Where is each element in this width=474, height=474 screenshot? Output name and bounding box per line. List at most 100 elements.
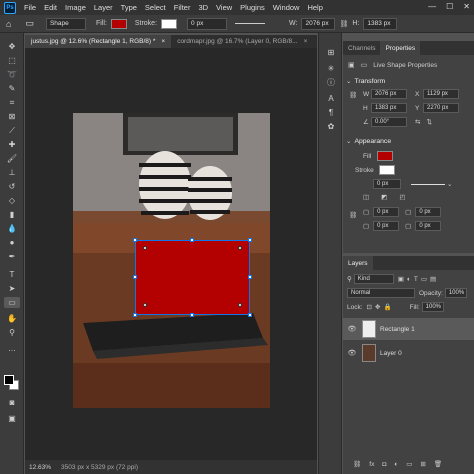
stroke-caps-icon[interactable]: ◩ — [381, 193, 387, 201]
path-select-tool-icon[interactable]: ➤ — [4, 283, 20, 294]
type-tool-icon[interactable]: T — [4, 269, 20, 280]
brush-tool-icon[interactable]: 🖌 — [4, 153, 20, 164]
glyphs-panel-icon[interactable]: ✿ — [325, 121, 337, 133]
eyedropper-tool-icon[interactable]: ⟋ — [4, 125, 20, 136]
rectangle-shape[interactable] — [135, 240, 250, 315]
collapse-icon[interactable]: ⌄ — [346, 77, 351, 85]
link-dimensions-icon[interactable]: ⛓ — [349, 91, 357, 99]
link-icon[interactable]: ⛓ — [339, 20, 348, 28]
collapse-icon[interactable]: ⌄ — [346, 137, 351, 145]
visibility-eye-icon[interactable]: 👁 — [347, 349, 357, 357]
lock-position-icon[interactable]: ✥ — [375, 303, 380, 311]
document-info[interactable]: 3503 px x 5329 px (72 ppi) — [61, 464, 138, 471]
lock-all-icon[interactable]: 🔒 — [383, 303, 391, 311]
appearance-stroke-swatch[interactable] — [379, 165, 395, 175]
menu-3d[interactable]: 3D — [194, 3, 212, 12]
home-icon[interactable]: ⌂ — [6, 19, 11, 29]
chevron-down-icon[interactable]: ⌄ — [447, 180, 452, 188]
paragraph-panel-icon[interactable]: ¶ — [325, 107, 337, 119]
clone-stamp-icon[interactable]: ⊥ — [4, 167, 20, 178]
w-input[interactable]: 2076 px — [371, 89, 407, 99]
layer-style-icon[interactable]: fx — [369, 461, 374, 468]
blur-tool-icon[interactable]: 💧 — [4, 223, 20, 234]
menu-help[interactable]: Help — [303, 3, 326, 12]
menu-filter[interactable]: Filter — [170, 3, 195, 12]
character-panel-icon[interactable]: A — [325, 93, 337, 105]
corner-radius-handle-bl[interactable] — [143, 303, 147, 307]
tab-cordmapr[interactable]: cordmapr.jpg @ 16.7% (Layer 0, RGB/8... … — [171, 35, 313, 48]
add-mask-icon[interactable]: ◘ — [382, 461, 386, 468]
frame-tool-icon[interactable]: ⊠ — [4, 111, 20, 122]
transform-handle-br[interactable] — [248, 313, 252, 317]
rectangle-tool-icon[interactable]: ▭ — [4, 297, 20, 308]
tab-properties[interactable]: Properties — [380, 41, 421, 55]
type-filter-icon[interactable]: T — [414, 276, 418, 283]
fill-color-swatch[interactable] — [110, 18, 127, 29]
transform-handle-ml[interactable] — [133, 275, 137, 279]
gradient-tool-icon[interactable]: ▮ — [4, 209, 20, 220]
menu-layer[interactable]: Layer — [90, 3, 117, 12]
new-group-icon[interactable]: ▭ — [406, 460, 412, 468]
adjustment-filter-icon[interactable]: ◐ — [407, 276, 411, 283]
menu-plugins[interactable]: Plugins — [236, 3, 269, 12]
menu-select[interactable]: Select — [141, 3, 170, 12]
h-input[interactable]: 1383 px — [371, 103, 407, 113]
height-input[interactable]: 1383 px — [363, 17, 398, 30]
x-input[interactable]: 1129 px — [423, 89, 459, 99]
layer-name[interactable]: Rectangle 1 — [380, 326, 415, 333]
menu-type[interactable]: Type — [117, 3, 141, 12]
corner-radius-handle-br[interactable] — [238, 303, 242, 307]
angle-input[interactable]: 0.00° — [371, 117, 407, 127]
stroke-width-input[interactable]: 0 px — [187, 17, 228, 30]
stroke-style-dropdown[interactable] — [411, 183, 445, 185]
tab-layers[interactable]: Layers — [343, 256, 373, 270]
transform-handle-tm[interactable] — [190, 238, 194, 242]
shape-filter-icon[interactable]: ▭ — [421, 275, 427, 283]
corner-br-input[interactable]: 0 px — [415, 221, 442, 231]
new-layer-icon[interactable]: ⊞ — [420, 460, 425, 468]
minimize-button[interactable]: — — [428, 2, 436, 11]
menu-edit[interactable]: Edit — [40, 3, 61, 12]
layer-name[interactable]: Layer 0 — [380, 350, 402, 357]
close-tab-icon[interactable]: × — [161, 38, 165, 45]
eraser-tool-icon[interactable]: ◇ — [4, 195, 20, 206]
stroke-corners-icon[interactable]: ◰ — [399, 193, 405, 201]
history-panel-icon[interactable]: ⊞ — [325, 47, 337, 59]
layer-row-layer0[interactable]: 👁 Layer 0 — [343, 342, 474, 364]
opacity-input[interactable]: 100% — [444, 288, 467, 298]
width-input[interactable]: 2076 px — [301, 17, 336, 30]
lasso-tool-icon[interactable]: ➰ — [4, 69, 20, 80]
dodge-tool-icon[interactable]: ● — [4, 237, 20, 248]
tab-justus[interactable]: justus.jpg @ 12.6% (Rectangle 1, RGB/8) … — [25, 35, 172, 48]
menu-file[interactable]: File — [20, 3, 40, 12]
transform-handle-bm[interactable] — [190, 313, 194, 317]
marquee-tool-icon[interactable]: ⬚ — [4, 55, 20, 66]
lock-icon[interactable]: ⊡ — [367, 303, 372, 311]
fill-opacity-input[interactable]: 100% — [421, 302, 444, 312]
link-corners-icon[interactable]: ⛓ — [349, 211, 357, 219]
y-input[interactable]: 2270 px — [423, 103, 459, 113]
smart-object-filter-icon[interactable]: ▤ — [430, 275, 436, 283]
pixel-filter-icon[interactable]: ▣ — [398, 275, 404, 283]
link-layers-icon[interactable]: ⛓ — [353, 460, 361, 468]
foreground-color-swatch[interactable] — [4, 375, 14, 385]
close-button[interactable]: ✕ — [463, 2, 470, 11]
quick-mask-icon[interactable]: ◙ — [4, 397, 20, 408]
info-panel-icon[interactable]: ⓘ — [325, 77, 337, 89]
transform-handle-tr[interactable] — [248, 238, 252, 242]
corner-radius-handle-tl[interactable] — [143, 246, 147, 250]
adjustment-layer-icon[interactable]: ◐ — [394, 461, 398, 468]
hand-tool-icon[interactable]: ✋ — [4, 313, 20, 324]
layer-kind-filter[interactable]: Kind — [353, 274, 394, 284]
menu-image[interactable]: Image — [61, 3, 90, 12]
flip-vertical-icon[interactable]: ⇅ — [426, 118, 431, 126]
corner-bl-input[interactable]: 0 px — [373, 221, 400, 231]
flip-horizontal-icon[interactable]: ⇆ — [415, 118, 420, 126]
tab-channels[interactable]: Channels — [343, 41, 380, 55]
move-tool-icon[interactable]: ✥ — [4, 41, 20, 52]
corner-radius-handle-tr[interactable] — [238, 246, 242, 250]
stroke-type-dropdown[interactable] — [235, 23, 266, 24]
transform-handle-bl[interactable] — [133, 313, 137, 317]
align-stroke-icon[interactable]: ◫ — [363, 193, 369, 201]
transform-handle-mr[interactable] — [248, 275, 252, 279]
